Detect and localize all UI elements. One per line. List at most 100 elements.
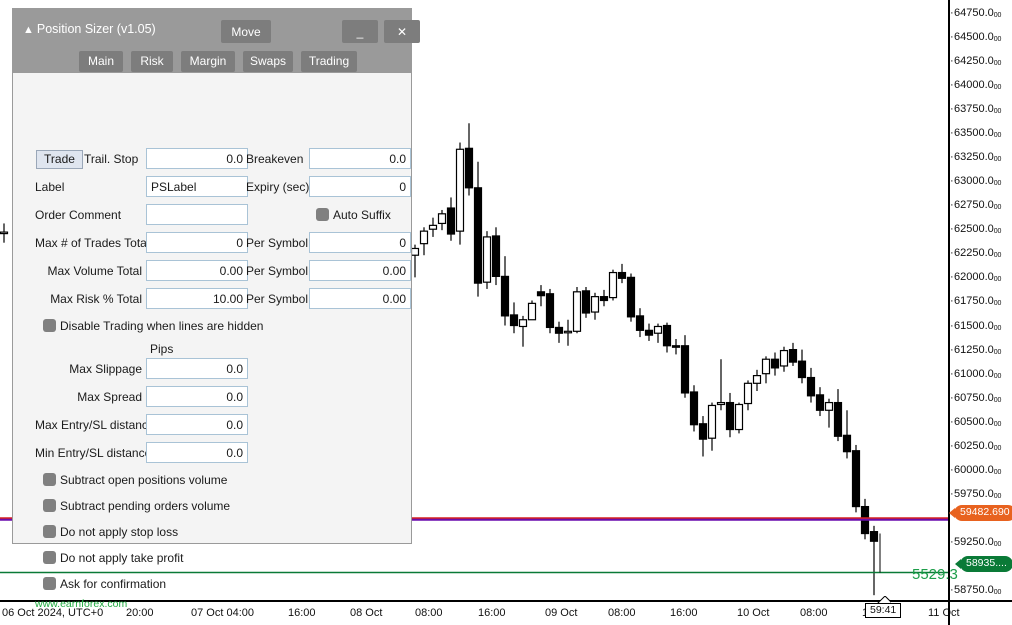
input-min-entry-sl-distance-14[interactable] xyxy=(146,442,248,463)
time-tick: 10 Oct xyxy=(737,607,770,619)
checkbox-no-stop-loss[interactable] xyxy=(43,525,56,538)
label-min-entry-sl-distance-14: Min Entry/SL distance xyxy=(35,446,152,460)
price-tick-value: 60500.0 xyxy=(954,415,994,428)
candlestick xyxy=(626,273,636,322)
checkbox-label-subtract-open-positions[interactable]: Subtract open positions volume xyxy=(60,473,227,487)
input-trail-stop-0[interactable] xyxy=(146,148,248,169)
candlestick xyxy=(689,385,699,432)
trade-toggle-button[interactable]: Trade xyxy=(36,150,83,169)
label-per-symbol-8: Per Symbol xyxy=(246,264,309,278)
checkbox-subtract-open-positions[interactable] xyxy=(43,473,56,486)
tab-trading[interactable]: Trading xyxy=(301,51,357,72)
label-max-risk-total-9: Max Risk % Total xyxy=(50,292,142,306)
price-tick-subscript: 00 xyxy=(993,589,1002,597)
tab-risk[interactable]: Risk xyxy=(131,51,173,72)
price-tick-value: 60000.0 xyxy=(954,463,994,476)
candlestick xyxy=(833,389,843,442)
price-tick-value: 63000.0 xyxy=(954,175,994,188)
candlestick xyxy=(527,300,537,321)
checkbox-auto-suffix[interactable] xyxy=(316,208,329,221)
checkbox-label-auto-suffix[interactable]: Auto Suffix xyxy=(333,208,391,222)
price-tick-subscript: 00 xyxy=(993,420,1002,428)
input-max-volume-total-7[interactable] xyxy=(146,260,248,281)
label-max-entry-sl-distance-13: Max Entry/SL distance xyxy=(35,418,155,432)
price-tick-value: 64750.0 xyxy=(954,6,994,19)
price-tick-subscript: 00 xyxy=(993,372,1002,380)
price-tick-value: 58750.0 xyxy=(954,584,994,597)
price-tick-subscript: 00 xyxy=(993,155,1002,163)
checkbox-no-take-profit[interactable] xyxy=(43,551,56,564)
input-per-symbol-10[interactable] xyxy=(309,288,411,309)
input-per-symbol-6[interactable] xyxy=(309,232,411,253)
checkbox-ask-confirmation[interactable] xyxy=(43,577,56,590)
checkbox-subtract-pending-orders[interactable] xyxy=(43,499,56,512)
price-tick: ·62250.000 xyxy=(950,248,1001,261)
price-tick-value: 61500.0 xyxy=(954,319,994,332)
price-tick-value: 61750.0 xyxy=(954,295,994,308)
candlestick xyxy=(824,398,834,428)
input-per-symbol-8[interactable] xyxy=(309,260,411,281)
time-cursor-notch xyxy=(877,596,891,603)
tab-margin[interactable]: Margin xyxy=(181,51,235,72)
price-tick: ·63750.000 xyxy=(950,103,1001,117)
input-max-risk-total-9[interactable] xyxy=(146,288,248,309)
candlestick xyxy=(581,286,591,318)
checkbox-label-no-take-profit[interactable]: Do not apply take profit xyxy=(60,551,183,565)
checkbox-label-subtract-pending-orders[interactable]: Subtract pending orders volume xyxy=(60,499,230,513)
tab-main[interactable]: Main xyxy=(79,51,123,72)
price-tick-value: 61000.0 xyxy=(954,367,994,380)
candlestick xyxy=(743,380,753,411)
price-tick: ·64500.000 xyxy=(950,31,1002,45)
bid-price-value: 59482.690 xyxy=(960,506,1010,518)
candlestick xyxy=(779,346,789,372)
candlestick xyxy=(455,142,465,245)
checkbox-disable-trading-hidden-lines[interactable] xyxy=(43,319,56,332)
candlestick xyxy=(437,209,447,231)
candlestick xyxy=(869,525,879,596)
price-tick: ·61750.000 xyxy=(950,296,1001,309)
candlestick xyxy=(446,197,456,241)
candlestick xyxy=(0,223,9,243)
time-tick: 08:00 xyxy=(608,607,636,619)
input-max-slippage-11[interactable] xyxy=(146,358,248,379)
checkbox-label-ask-confirmation[interactable]: Ask for confirmation xyxy=(60,577,166,591)
price-tick-value: 62500.0 xyxy=(954,223,994,236)
price-tick-subscript: 00 xyxy=(993,35,1002,43)
input-label-2[interactable] xyxy=(146,176,248,197)
input-expiry-sec-3[interactable] xyxy=(309,176,411,197)
input-max-spread-12[interactable] xyxy=(146,386,248,407)
price-tick-subscript: 00 xyxy=(993,276,1002,284)
checkbox-label-no-stop-loss[interactable]: Do not apply stop loss xyxy=(60,525,178,539)
candlestick xyxy=(464,123,474,196)
panel-body: Trade Pips Trail. Stop Breakeven Label Expi… xyxy=(13,73,411,610)
price-tick: ·61000.000 xyxy=(950,367,1002,382)
price-tick-subscript: 00 xyxy=(993,59,1002,67)
candlestick xyxy=(608,269,618,301)
price-tick-value: 63500.0 xyxy=(954,126,994,139)
price-tick-value: 62000.0 xyxy=(954,271,994,284)
axis-corner xyxy=(948,600,950,625)
time-axis[interactable]: 06 Oct 2024, UTC+0 20:00 07 Oct 04:00 16:00… xyxy=(0,600,1012,625)
price-tick-value: 62250.0 xyxy=(954,247,994,260)
position-sizer-panel[interactable]: ▲ Position Sizer (v1.05) Move _ ✕ Main Ris… xyxy=(12,8,420,610)
move-button[interactable]: Move xyxy=(221,20,271,43)
input-order-comment-4[interactable] xyxy=(146,204,248,225)
minimize-button[interactable]: _ xyxy=(342,20,378,43)
price-tick-subscript: 00 xyxy=(993,180,1002,188)
input-max-entry-sl-distance-13[interactable] xyxy=(146,414,248,435)
price-tick-subscript: 00 xyxy=(993,348,1002,356)
close-button[interactable]: ✕ xyxy=(384,20,420,43)
label-max-of-trades-total-5: Max # of Trades Total xyxy=(35,236,150,250)
earnforex-link[interactable]: www.earnforex.com xyxy=(35,598,127,610)
price-tick: ·60000.000 xyxy=(950,463,1001,478)
ask-price-bubble: 58935.... xyxy=(955,556,1012,572)
price-tick-subscript: 00 xyxy=(993,300,1002,308)
candlestick xyxy=(797,349,807,384)
tab-swaps[interactable]: Swaps xyxy=(243,51,293,72)
checkbox-label-disable-trading-hidden-lines[interactable]: Disable Trading when lines are hidden xyxy=(60,319,263,333)
input-max-of-trades-total-5[interactable] xyxy=(146,232,248,253)
input-breakeven-1[interactable] xyxy=(309,148,411,169)
collapse-triangle-icon[interactable]: ▲ xyxy=(23,24,34,36)
panel-titlebar[interactable]: ▲ Position Sizer (v1.05) Move _ ✕ Main Ris… xyxy=(13,9,420,73)
candlestick xyxy=(509,302,519,334)
